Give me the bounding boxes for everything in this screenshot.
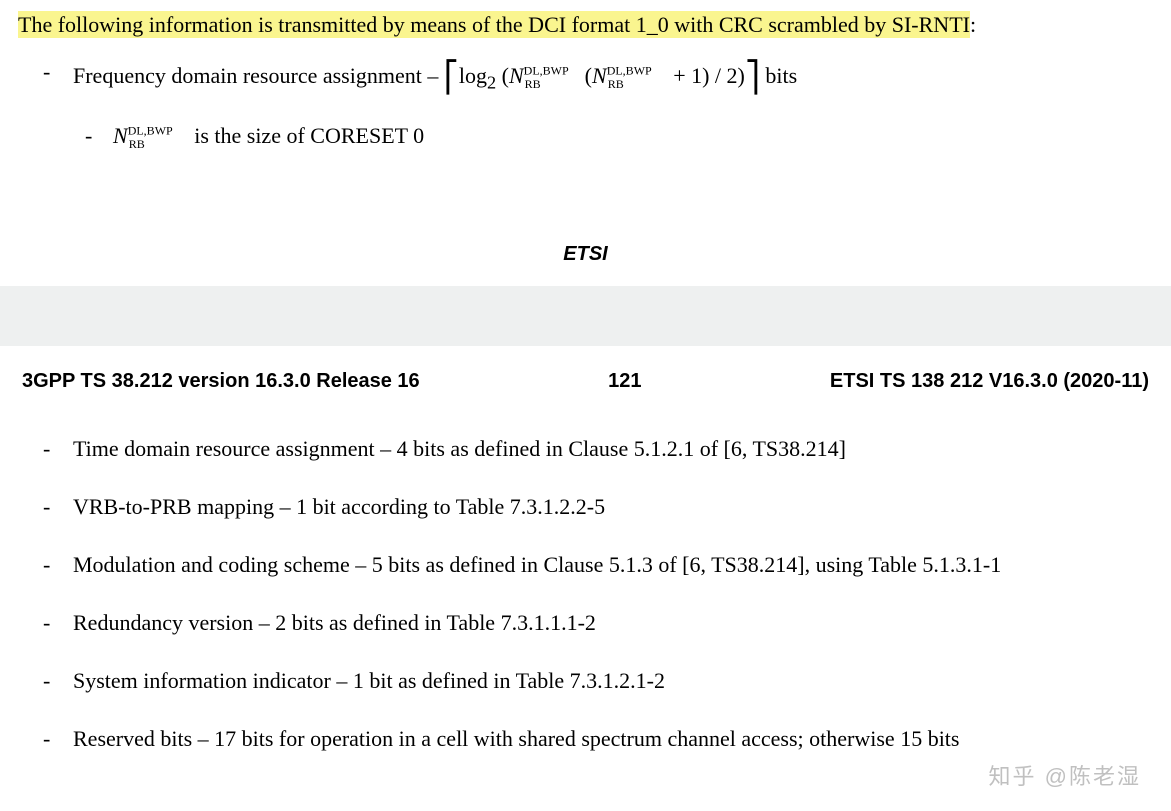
etsi-footer: ETSI [18,243,1153,266]
list-item: Modulation and coding scheme – 5 bits as… [73,549,1153,581]
N2: N [592,63,607,88]
watermark: 知乎 @陈老湿 [989,759,1141,791]
header-left: 3GPP TS 38.212 version 16.3.0 Release 16 [22,370,420,393]
list-item: Reserved bits – 17 bits for operation in… [73,723,1153,755]
bottom-list: Time domain resource assignment – 4 bits… [18,433,1153,754]
nested-list: NDL,BWPRB is the size of CORESET 0 [73,120,1153,154]
list-item: System information indicator – 1 bit as … [73,665,1153,697]
document-page: The following information is transmitted… [0,0,1171,811]
freq-formula: ⎡log2 (NDL,BWPRB(NDL,BWPRB + 1) / 2)⎤ [444,56,760,100]
N2-sup: DL,BWP [607,64,652,78]
highlighted-intro: The following information is transmitted… [18,11,970,38]
freq-suffix: bits [765,63,797,88]
header-right: ETSI TS 138 212 V16.3.0 (2020-11) [830,370,1149,393]
ceil-right-icon: ⎤ [745,61,760,94]
N3-sup: DL,BWP [128,123,173,137]
N1-sup: DL,BWP [524,64,569,78]
page-header: 3GPP TS 38.212 version 16.3.0 Release 16… [18,370,1153,393]
formula-tail: + 1) / 2) [668,63,745,88]
log-base: 2 [487,72,496,92]
header-center: 121 [608,370,641,393]
list-item: Time domain resource assignment – 4 bits… [73,433,1153,465]
top-list: Frequency domain resource assignment – ⎡… [18,56,1153,153]
N1: N [509,63,524,88]
list-item: VRB-to-PRB mapping – 1 bit according to … [73,491,1153,523]
intro-tail: : [970,12,976,37]
nrb-desc-text: is the size of CORESET 0 [189,123,424,148]
freq-prefix: Frequency domain resource assignment – [73,63,444,88]
freq-domain-item: Frequency domain resource assignment – ⎡… [73,56,1153,153]
intro-line: The following information is transmitted… [18,12,1153,38]
N3-sub: RB [129,137,145,151]
page-break [0,286,1171,346]
ceil-left-icon: ⎡ [444,61,459,94]
list-item: Redundancy version – 2 bits as defined i… [73,607,1153,639]
log-text: log [459,63,487,88]
N1-sub: RB [525,77,541,91]
N3: N [113,123,128,148]
N2-sub: RB [608,77,624,91]
nrb-desc-item: NDL,BWPRB is the size of CORESET 0 [113,120,1153,154]
